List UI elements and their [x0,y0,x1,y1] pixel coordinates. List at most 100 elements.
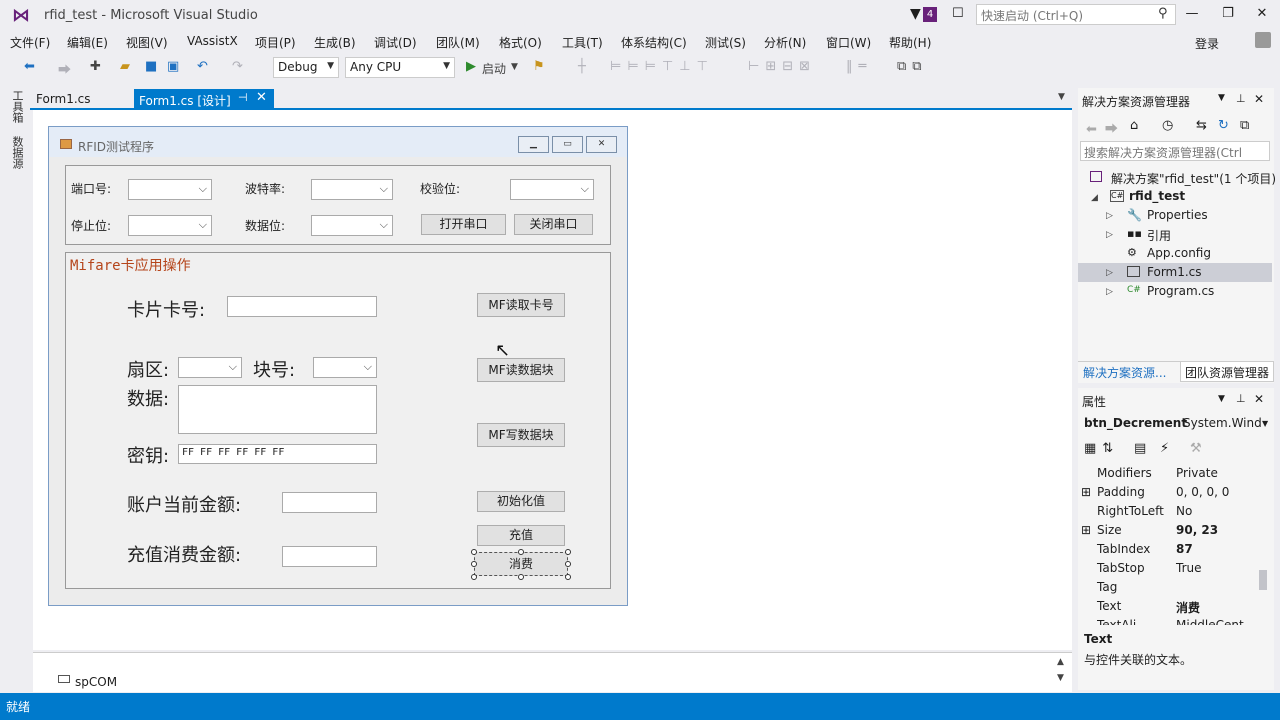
tab-form1-code[interactable]: Form1.cs [30,89,130,109]
save-icon[interactable]: ■ [145,59,157,74]
menu-file[interactable]: 文件(F) [10,34,50,51]
tree-item-app-config[interactable]: App.config [1147,246,1211,260]
consume-button[interactable]: 消费 [474,552,568,576]
recharge-button[interactable]: 充值 [477,525,565,546]
menu-debug[interactable]: 调试(D) [374,34,417,51]
scroll-up-icon[interactable]: ▲ [1057,657,1064,667]
port-combo[interactable]: ⌵ [128,179,212,200]
menu-help[interactable]: 帮助(H) [889,34,931,51]
notification-badge[interactable]: 4 [923,7,937,22]
key-input[interactable]: FF FF FF FF FF FF [178,444,377,464]
amount-input[interactable] [282,546,377,567]
prop-name[interactable]: TabStop [1097,561,1145,575]
prop-name[interactable]: Tag [1097,580,1117,594]
size-tools-icon[interactable]: ⊢⊞⊟⊠ [748,59,816,74]
feedback-icon[interactable]: ☐ [952,6,964,21]
open-port-button[interactable]: 打开串口 [421,214,506,235]
properties-view-icon[interactable]: ▤ [1134,441,1146,456]
start-button[interactable]: 启动 [482,60,506,77]
menu-build[interactable]: 生成(B) [314,34,356,51]
chevron-down-icon[interactable]: ▼ [1218,93,1225,103]
menu-team[interactable]: 团队(M) [436,34,480,51]
prop-name[interactable]: Padding [1097,485,1145,499]
open-folder-icon[interactable]: ▰ [120,59,130,74]
sector-combo[interactable]: ⌵ [178,357,242,378]
tree-item-program[interactable]: Program.cs [1147,284,1214,298]
tree-solution[interactable]: 解决方案"rfid_test"(1 个项目) [1111,170,1276,187]
resize-handle[interactable] [518,574,524,580]
toolbox-tab[interactable]: 工具箱 [9,90,25,123]
prop-name[interactable]: Modifiers [1097,466,1152,480]
collapse-all-icon[interactable]: ⧉ [1240,118,1249,133]
databits-combo[interactable]: ⌵ [311,215,393,236]
undo-icon[interactable]: ↶ [197,59,208,74]
prop-value[interactable]: True [1176,561,1202,575]
prop-value[interactable]: 87 [1176,542,1193,556]
block-combo[interactable]: ⌵ [313,357,377,378]
pin-icon[interactable]: ⊥ [1236,92,1246,105]
resize-handle[interactable] [471,574,477,580]
expand-plus-icon[interactable]: ⊞ [1081,523,1091,537]
align-grid-icon[interactable]: ┼ [578,59,586,74]
tree-item-form1[interactable]: Form1.cs [1147,265,1202,279]
configuration-dropdown[interactable]: Debug ▼ [273,57,339,78]
nav-back-forward-icon[interactable]: ⬅⮕ [1086,118,1126,137]
redo-icon[interactable]: ↷ [232,59,243,74]
scroll-down-icon[interactable]: ▼ [1057,673,1064,683]
balance-input[interactable] [282,492,377,513]
mf-write-block-button[interactable]: MF写数据块 [477,423,565,447]
history-icon[interactable]: ◷ [1162,118,1173,133]
tree-item-properties[interactable]: Properties [1147,208,1208,222]
restore-icon[interactable]: ❐ [1218,6,1238,21]
align-tools-icon[interactable]: ⊨⊨⊨⊤⊥⊤ [610,59,714,74]
tray-component-spcom[interactable]: spCOM [75,675,117,689]
resize-handle[interactable] [518,549,524,555]
tab-overflow-icon[interactable]: ▼ [1058,92,1065,102]
properties-object-type[interactable]: System.Wind [1183,416,1262,430]
save-all-icon[interactable]: ▣ [167,59,179,74]
prop-value[interactable]: 0, 0, 0, 0 [1176,485,1229,499]
find-icon[interactable]: ⚑ [533,59,545,74]
menu-analyze[interactable]: 分析(N) [764,34,806,51]
close-icon[interactable]: ✕ [1254,392,1264,406]
chevron-down-icon[interactable]: ▼ [511,62,518,72]
expand-plus-icon[interactable]: ⊞ [1081,485,1091,499]
spacing-tools-icon[interactable]: ‖═ [846,59,872,74]
mf-read-card-button[interactable]: MF读取卡号 [477,293,565,317]
solution-search-input[interactable]: 搜索解决方案资源管理器(Ctrl [1080,141,1270,161]
resize-handle[interactable] [565,561,571,567]
menu-window[interactable]: 窗口(W) [826,34,871,51]
minimize-icon[interactable]: — [1182,6,1202,21]
menu-architecture[interactable]: 体系结构(C) [621,34,687,51]
home-icon[interactable]: ⌂ [1130,118,1138,133]
menu-vassistx[interactable]: VAssistX [187,34,238,48]
login-link[interactable]: 登录 [1195,35,1219,52]
menu-edit[interactable]: 编辑(E) [67,34,108,51]
new-project-icon[interactable]: ✚ [90,59,101,74]
prop-name[interactable]: Size [1097,523,1122,537]
menu-project[interactable]: 项目(P) [255,34,296,51]
pin-icon[interactable]: ⊣ [238,91,248,104]
properties-scrollbar-thumb[interactable] [1259,570,1267,590]
search-icon[interactable]: ⚲ [1158,6,1168,21]
start-icon[interactable]: ▶ [466,59,476,74]
prop-name[interactable]: RightToLeft [1097,504,1164,518]
tab-form1-designer[interactable]: Form1.cs [设计] [134,89,274,110]
tab-close-icon[interactable]: ✕ [256,90,267,105]
close-icon[interactable]: ✕ [1252,6,1272,21]
prop-name[interactable]: TabIndex [1097,542,1150,556]
chevron-down-icon[interactable]: ▼ [1218,394,1225,404]
tab-team-explorer[interactable]: 团队资源管理器 [1180,361,1274,382]
tree-project[interactable]: rfid_test [1129,189,1185,203]
parity-combo[interactable]: ⌵ [510,179,594,200]
prop-value[interactable]: No [1176,504,1192,518]
chevron-down-icon[interactable]: ▼ [1262,419,1268,428]
platform-dropdown[interactable]: Any CPU ▼ [345,57,455,78]
init-value-button[interactable]: 初始化值 [477,491,565,512]
collapse-triangle-icon[interactable]: ▷ [1106,211,1113,221]
card-no-input[interactable] [227,296,377,317]
notification-flag-icon[interactable]: ▼ [910,6,921,22]
resize-handle[interactable] [565,574,571,580]
menu-view[interactable]: 视图(V) [126,34,168,51]
quick-launch-input[interactable]: 快速启动 (Ctrl+Q) [976,4,1176,25]
